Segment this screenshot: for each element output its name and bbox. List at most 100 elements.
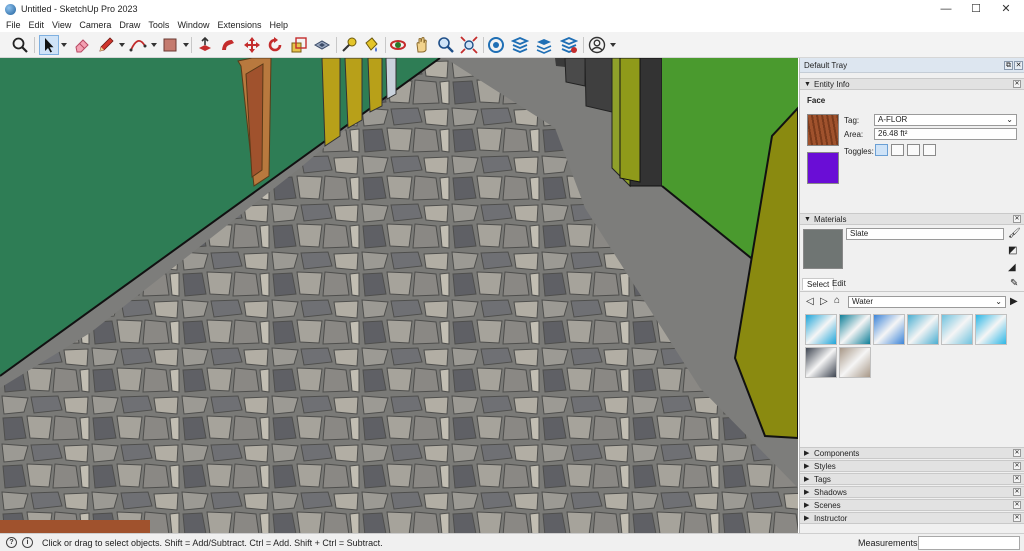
close-button[interactable]: ✕ xyxy=(992,1,1020,17)
scenes-title: Scenes xyxy=(814,501,841,510)
tags-close-icon[interactable]: ✕ xyxy=(1013,475,1021,483)
rotate-icon[interactable] xyxy=(266,36,284,54)
receive-shadows-icon[interactable] xyxy=(923,144,936,156)
paint-bucket-icon[interactable] xyxy=(362,36,380,54)
offset-icon[interactable] xyxy=(313,36,331,54)
menu-extensions[interactable]: Extensions xyxy=(217,20,261,30)
layout-send-icon[interactable] xyxy=(535,36,553,54)
shape-dropdown-caret-icon[interactable] xyxy=(183,43,189,47)
maximize-button[interactable]: ☐ xyxy=(962,1,990,17)
account-user-icon[interactable] xyxy=(588,36,606,54)
search-icon[interactable] xyxy=(11,36,29,54)
status-hint-text: Click or drag to select objects. Shift =… xyxy=(42,538,383,548)
lock-icon[interactable] xyxy=(891,144,904,156)
menu-file[interactable]: File xyxy=(6,20,21,30)
model-scene[interactable] xyxy=(0,58,798,533)
menu-view[interactable]: View xyxy=(52,20,71,30)
expand-triangle-icon: ▶ xyxy=(804,463,810,470)
menu-help[interactable]: Help xyxy=(269,20,288,30)
3d-warehouse-icon[interactable] xyxy=(487,36,505,54)
scenes-close-icon[interactable]: ✕ xyxy=(1013,501,1021,509)
follow-me-icon[interactable] xyxy=(219,36,237,54)
water-material-swatch[interactable] xyxy=(907,314,939,345)
menu-edit[interactable]: Edit xyxy=(29,20,45,30)
front-face-material-swatch[interactable] xyxy=(807,114,839,146)
sample-paint-icon[interactable]: ◢ xyxy=(1008,262,1016,273)
move-icon[interactable] xyxy=(243,36,261,54)
select-dropdown-caret-icon[interactable] xyxy=(61,43,67,47)
push-pull-icon[interactable] xyxy=(196,36,214,54)
account-dropdown-caret-icon[interactable] xyxy=(610,43,616,47)
cast-shadows-icon[interactable] xyxy=(907,144,920,156)
line-dropdown-caret-icon[interactable] xyxy=(119,43,125,47)
menu-draw[interactable]: Draw xyxy=(119,20,140,30)
instructor-panel-header[interactable]: ▶ Instructor ✕ xyxy=(800,512,1024,524)
menu-camera[interactable]: Camera xyxy=(79,20,111,30)
details-arrow-icon[interactable]: ▶ xyxy=(1010,296,1018,307)
info-icon[interactable]: i xyxy=(22,537,33,548)
pencil-line-icon[interactable] xyxy=(97,36,115,54)
tape-measure-icon[interactable] xyxy=(340,36,358,54)
material-preview-swatch[interactable] xyxy=(803,229,843,269)
water-material-swatch[interactable] xyxy=(975,314,1007,345)
back-face-material-swatch[interactable] xyxy=(807,152,839,184)
extension-manager-icon[interactable] xyxy=(560,36,578,54)
extension-warehouse-icon[interactable] xyxy=(511,36,529,54)
home-icon[interactable]: ⌂ xyxy=(834,295,840,306)
collapse-triangle-icon: ▼ xyxy=(804,81,811,88)
materials-close-icon[interactable]: ✕ xyxy=(1013,215,1021,223)
components-close-icon[interactable]: ✕ xyxy=(1013,449,1021,457)
materials-header[interactable]: ▼ Materials ✕ xyxy=(800,213,1024,225)
styles-panel-header[interactable]: ▶ Styles ✕ xyxy=(800,460,1024,472)
water-material-swatch[interactable] xyxy=(805,347,837,378)
toolbar-separator xyxy=(385,37,386,53)
create-material-icon[interactable]: 🖌 xyxy=(1008,228,1021,239)
styles-close-icon[interactable]: ✕ xyxy=(1013,462,1021,470)
menu-window[interactable]: Window xyxy=(177,20,209,30)
visibility-eye-icon[interactable] xyxy=(875,144,888,156)
tray-close-icon[interactable]: ✕ xyxy=(1014,61,1023,70)
entity-info-header[interactable]: ▼ Entity Info ✕ xyxy=(800,78,1024,90)
back-arrow-icon[interactable]: ◁ xyxy=(806,296,814,307)
measurements-input[interactable] xyxy=(918,536,1020,550)
pan-hand-icon[interactable] xyxy=(413,36,431,54)
tray-pin-icon[interactable]: ⧉ xyxy=(1004,61,1013,70)
minimize-button[interactable]: — xyxy=(932,1,960,17)
help-icon[interactable]: ? xyxy=(6,537,17,548)
arc-icon[interactable] xyxy=(129,36,147,54)
tab-edit[interactable]: Edit xyxy=(828,278,850,290)
rectangle-icon[interactable] xyxy=(161,36,179,54)
water-material-swatch[interactable] xyxy=(873,314,905,345)
shadows-close-icon[interactable]: ✕ xyxy=(1013,488,1021,496)
water-material-swatch[interactable] xyxy=(941,314,973,345)
zoom-icon[interactable] xyxy=(437,36,455,54)
arc-dropdown-caret-icon[interactable] xyxy=(151,43,157,47)
components-panel-header[interactable]: ▶ Components ✕ xyxy=(800,447,1024,459)
area-field[interactable]: 26.48 ft² xyxy=(874,128,1017,140)
material-name-field[interactable]: Slate xyxy=(846,228,1004,240)
scale-icon[interactable] xyxy=(290,36,308,54)
water-material-swatch[interactable] xyxy=(839,347,871,378)
drawing-viewport[interactable] xyxy=(0,58,798,533)
orbit-icon[interactable] xyxy=(389,36,407,54)
eraser-icon[interactable] xyxy=(73,36,91,54)
tags-panel-header[interactable]: ▶ Tags ✕ xyxy=(800,473,1024,485)
forward-arrow-icon[interactable]: ▷ xyxy=(820,296,828,307)
tag-select[interactable]: A-FLOR ⌄ xyxy=(874,114,1017,126)
right-pillar-face xyxy=(619,58,641,183)
measurements-label: Measurements xyxy=(858,538,918,548)
menu-tools[interactable]: Tools xyxy=(148,20,169,30)
menu-bar: File Edit View Camera Draw Tools Window … xyxy=(0,18,1024,32)
water-material-swatch[interactable] xyxy=(805,314,837,345)
zoom-extents-icon[interactable] xyxy=(460,36,478,54)
water-material-swatch[interactable] xyxy=(839,314,871,345)
select-arrow-icon[interactable] xyxy=(39,35,59,55)
shadows-panel-header[interactable]: ▶ Shadows ✕ xyxy=(800,486,1024,498)
scenes-panel-header[interactable]: ▶ Scenes ✕ xyxy=(800,499,1024,511)
instructor-close-icon[interactable]: ✕ xyxy=(1013,514,1021,522)
display-secondary-pane-icon[interactable]: ◩ xyxy=(1008,245,1017,256)
entity-info-close-icon[interactable]: ✕ xyxy=(1013,80,1021,88)
eyedropper-icon[interactable]: ✎ xyxy=(1010,278,1018,289)
components-title: Components xyxy=(814,449,860,458)
collection-select[interactable]: Water ⌄ xyxy=(848,296,1006,308)
